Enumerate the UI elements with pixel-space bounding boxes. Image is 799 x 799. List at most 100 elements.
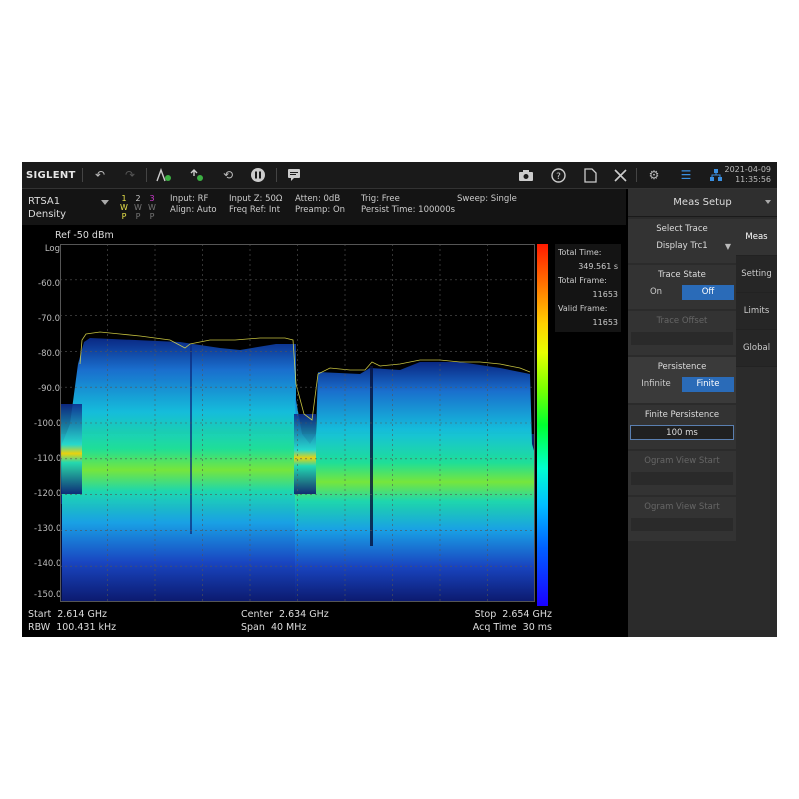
date: 2021-04-09: [724, 165, 772, 174]
panel-title[interactable]: Meas Setup: [628, 189, 777, 217]
peak-icon[interactable]: [186, 166, 206, 184]
pause-icon[interactable]: [248, 166, 268, 184]
tools-icon[interactable]: [610, 166, 630, 184]
trace-state-label: Trace State: [658, 270, 706, 280]
rbw[interactable]: RBW 100.431 kHz: [28, 622, 116, 633]
y-tick-label: -130.0: [34, 524, 62, 534]
persistence-group: Persistence Infinite Finite: [628, 357, 736, 403]
ogram-view-start-label[interactable]: Ogram View Start: [628, 451, 736, 471]
frequency-bar: Start 2.614 GHz RBW 100.431 kHz Center 2…: [22, 606, 626, 637]
y-tick-label: -110.0: [34, 454, 62, 464]
mode-selector[interactable]: RTSA1 Density: [28, 195, 66, 221]
persistence-infinite[interactable]: Infinite: [630, 377, 682, 392]
attenuation[interactable]: Atten: 0dB: [295, 194, 340, 204]
tab-setting[interactable]: Setting: [736, 256, 777, 293]
trace-2-detector: P: [135, 212, 141, 221]
trigger[interactable]: Trig: Free: [361, 194, 400, 204]
start-frequency[interactable]: Start 2.614 GHz: [28, 609, 107, 620]
stop-frequency[interactable]: Stop 2.654 GHz: [475, 609, 552, 620]
settings-icon[interactable]: ⚙: [644, 166, 664, 184]
finite-persistence-label: Finite Persistence: [644, 410, 720, 420]
svg-text:?: ?: [556, 172, 561, 182]
ogram-view-start-group-1: Ogram View Start: [628, 451, 736, 495]
trace-state-on[interactable]: On: [630, 285, 682, 300]
align-setting[interactable]: Align: Auto: [170, 205, 217, 215]
network-icon[interactable]: [706, 166, 726, 184]
help-icon[interactable]: ?: [548, 166, 568, 184]
density-color-scale: [537, 244, 548, 606]
tab-global[interactable]: Global: [736, 330, 777, 367]
time: 11:35:56: [735, 175, 771, 184]
select-trace-label: Select Trace: [656, 224, 708, 234]
input-impedance[interactable]: Input Z: 50Ω: [229, 194, 282, 204]
finite-persistence-input[interactable]: 100 ms: [630, 425, 734, 440]
center-frequency[interactable]: Center 2.634 GHz: [241, 609, 329, 620]
freq-ref[interactable]: Freq Ref: Int: [229, 205, 280, 215]
y-tick-label: -90.0: [38, 384, 60, 394]
top-toolbar: SIGLENT ↶ ↷ ⟲ ? ⚙ ☰ 2021-04-09 11:35:56: [22, 162, 777, 189]
tab-limits[interactable]: Limits: [736, 293, 777, 330]
ogram-view-start-field: [630, 517, 734, 532]
trace-state-off[interactable]: Off: [682, 285, 734, 300]
persistence-finite[interactable]: Finite: [682, 377, 734, 392]
y-tick-label: -70.0: [38, 314, 60, 324]
spectrum-plot[interactable]: Ref -50 dBm Log -60.0 -70.0 -80.0 -90.0 …: [22, 226, 626, 606]
y-tick-label: -80.0: [38, 349, 60, 359]
toolbar-divider: [146, 168, 147, 182]
trace-offset-label[interactable]: Trace Offset: [628, 311, 736, 331]
persistence-toggle: Infinite Finite: [630, 377, 734, 392]
dropdown-arrow-icon: ▼: [724, 242, 731, 251]
trace-3-type: W: [148, 203, 156, 212]
total-frame-value: 11653: [592, 290, 618, 299]
file-icon[interactable]: [580, 166, 600, 184]
trace-state-toggle: On Off: [630, 285, 734, 300]
preamp[interactable]: Preamp: On: [295, 205, 345, 215]
message-icon[interactable]: [284, 166, 304, 184]
total-time-label: Total Time:: [558, 248, 602, 257]
tab-meas[interactable]: Meas: [736, 219, 777, 256]
acquisition-time[interactable]: Acq Time 30 ms: [473, 622, 552, 633]
select-trace-dropdown[interactable]: Display Trc1 ▼: [630, 239, 734, 254]
info-bar: RTSA1 Density 1 W P 2 W P 3 W P Input: R…: [22, 189, 626, 225]
trace-offset-group: Trace Offset: [628, 311, 736, 355]
camera-icon[interactable]: [516, 166, 536, 184]
chevron-down-icon[interactable]: [765, 200, 771, 204]
redo-icon[interactable]: ↷: [120, 166, 140, 184]
analyzer-screen: SIGLENT ↶ ↷ ⟲ ? ⚙ ☰ 2021-04-09 11:35:56 …: [22, 162, 777, 637]
scale-type: Log: [44, 244, 60, 254]
sweep[interactable]: Sweep: Single: [457, 194, 517, 204]
valid-frame-value: 11653: [592, 318, 618, 327]
trace-3-number[interactable]: 3: [147, 194, 157, 203]
ogram-view-start-field: [630, 471, 734, 486]
span[interactable]: Span 40 MHz: [241, 622, 306, 633]
trace-2-type: W: [134, 203, 142, 212]
trace-2-number[interactable]: 2: [133, 194, 143, 203]
ogram-view-start-group-2: Ogram View Start: [628, 497, 736, 541]
trace-1-number[interactable]: 1: [119, 194, 129, 203]
datetime: 2021-04-09 11:35:56: [725, 165, 772, 185]
graticule-border: [60, 244, 535, 602]
list-icon[interactable]: ☰: [676, 166, 696, 184]
y-tick-label: -120.0: [34, 489, 62, 499]
select-trace-value: Display Trc1: [656, 241, 708, 251]
undo-icon[interactable]: ↶: [90, 166, 110, 184]
finite-persistence-group: Finite Persistence 100 ms: [628, 405, 736, 449]
reset-icon[interactable]: ⟲: [218, 166, 238, 184]
softkey-tabs: Meas Setting Limits Global: [736, 219, 777, 367]
reference-level[interactable]: Ref -50 dBm: [55, 230, 114, 241]
mode-submode: Density: [28, 209, 67, 220]
siglent-logo: SIGLENT: [26, 169, 76, 181]
mode-name: RTSA1: [28, 196, 61, 207]
input-setting[interactable]: Input: RF: [170, 194, 208, 204]
toolbar-divider: [276, 168, 277, 182]
toolbar-divider: [82, 168, 83, 182]
acquisition-stats: Total Time: 349.561 s Total Frame: 11653…: [555, 244, 621, 332]
persist-time[interactable]: Persist Time: 100000s: [361, 205, 455, 215]
meas-setup-panel: Meas Setup Select Trace Display Trc1 ▼ T…: [628, 189, 777, 637]
trace-offset-field: [630, 331, 734, 346]
persistence-label: Persistence: [657, 362, 707, 372]
ogram-view-start-label[interactable]: Ogram View Start: [628, 497, 736, 517]
y-tick-label: -140.0: [34, 559, 62, 569]
marker-icon[interactable]: [154, 166, 174, 184]
chevron-down-icon[interactable]: [101, 200, 109, 205]
